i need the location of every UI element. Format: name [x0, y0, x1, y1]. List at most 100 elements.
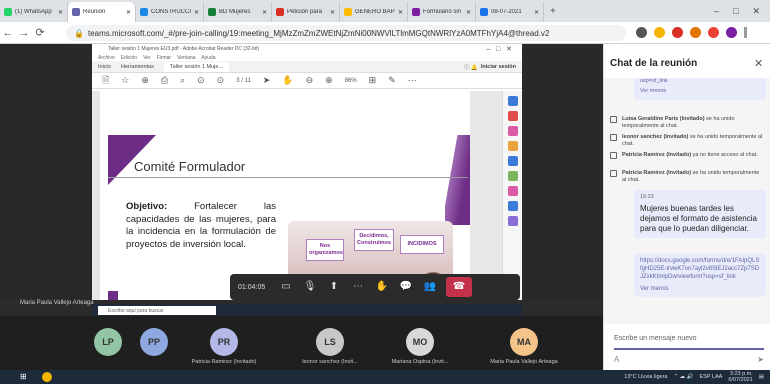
- tab-close-icon[interactable]: ✕: [262, 9, 267, 16]
- acrobat-menu-item[interactable]: Archivo: [98, 55, 115, 61]
- acrobat-login[interactable]: ⓘ 🔔 Iniciar sesión: [464, 63, 522, 71]
- mic-off-icon[interactable]: 🎙: [298, 274, 322, 300]
- participant-tile[interactable]: MA Maria Paula Vallejo Arteaga: [484, 328, 564, 365]
- browser-tab[interactable]: BD Mujeres ✕: [204, 2, 272, 22]
- browser-tab[interactable]: Reunión ✕: [68, 2, 136, 22]
- tab-close-icon[interactable]: ✕: [398, 9, 403, 16]
- close-icon[interactable]: ✕: [752, 6, 760, 17]
- print-icon[interactable]: ⎙: [161, 75, 168, 86]
- notifications-icon[interactable]: ▤: [759, 374, 764, 380]
- slide-title: Comité Formulador: [134, 159, 246, 174]
- acrobat-window-controls[interactable]: – □ ✕: [486, 45, 522, 53]
- create-pdf-icon[interactable]: [507, 126, 518, 136]
- tab-close-icon[interactable]: ✕: [194, 9, 199, 16]
- raise-hand-icon[interactable]: ✋: [370, 274, 394, 300]
- star-icon[interactable]: [654, 27, 665, 38]
- clock[interactable]: 3:23 p.m. 6/07/2021: [728, 371, 752, 383]
- forward-icon[interactable]: →: [16, 27, 32, 39]
- acrobat-menu-item[interactable]: Ayuda: [201, 55, 215, 61]
- close-icon[interactable]: ✕: [754, 57, 763, 70]
- more-tools-icon[interactable]: [507, 216, 518, 226]
- send-icon[interactable]: ➤: [757, 355, 764, 364]
- acrobat-tab-home[interactable]: Inicio: [98, 64, 111, 70]
- save-icon[interactable]: 🗎: [102, 73, 109, 89]
- message-link[interactable]: usp=sf_link: [640, 78, 760, 85]
- organize-icon[interactable]: [507, 156, 518, 166]
- comment-icon[interactable]: [507, 141, 518, 151]
- browser-tab-bar: (1) WhatsApp ✕ Reunión ✕ CONSTRUCCI ✕ BD Mujer…: [0, 0, 770, 22]
- fill-sign-icon[interactable]: [507, 186, 518, 196]
- next-page-icon[interactable]: ⊙: [217, 75, 225, 86]
- extension-icon[interactable]: [690, 27, 701, 38]
- edit-icon[interactable]: [507, 171, 518, 181]
- fit-icon[interactable]: ⊞: [369, 75, 377, 86]
- windows-start-icon[interactable]: ⊞: [20, 372, 30, 382]
- participant-tile[interactable]: PR Patricia Ramirez (Invitado): [184, 328, 264, 365]
- tray-icons[interactable]: ⌃ ☁ 🔊: [673, 374, 693, 380]
- camera-off-icon[interactable]: ▭: [274, 274, 298, 300]
- tab-close-icon[interactable]: ✕: [126, 9, 131, 16]
- acrobat-menu-item[interactable]: Firmar: [157, 55, 171, 61]
- acrobat-tab-document[interactable]: Taller sesión 1 Muje...: [163, 61, 230, 72]
- extension-icon[interactable]: [708, 27, 719, 38]
- more-icon[interactable]: ⋯: [408, 75, 417, 86]
- share-screen-icon[interactable]: ⬆: [322, 274, 346, 300]
- maximize-icon[interactable]: □: [733, 6, 738, 16]
- tab-close-icon[interactable]: ✕: [534, 9, 539, 16]
- acrobat-menu-item[interactable]: Ventana: [177, 55, 195, 61]
- acrobat-menu-item[interactable]: Ver: [143, 55, 151, 61]
- acrobat-menu-item[interactable]: Edición: [121, 55, 137, 61]
- participant-tile[interactable]: MO Mariana Ospina (Invit...: [380, 328, 460, 365]
- browser-tab[interactable]: (1) WhatsApp ✕: [0, 2, 68, 22]
- browser-tab[interactable]: Formulario sin ✕: [408, 2, 476, 22]
- browser-tab[interactable]: Petición para ✕: [272, 2, 340, 22]
- extension-icon[interactable]: [672, 27, 683, 38]
- form-link[interactable]: https://docs.google.com/forms/d/e/1FAIpQ…: [640, 257, 760, 281]
- browser-tab[interactable]: GENERO BAP ✕: [340, 2, 408, 22]
- zoom-in-icon[interactable]: ⊕: [325, 75, 333, 86]
- participants-icon[interactable]: 👥: [418, 274, 442, 300]
- back-icon[interactable]: ←: [0, 27, 16, 39]
- page-indicator[interactable]: 3 / 11: [236, 78, 251, 84]
- participant-tile[interactable]: LS leonor sanchez (Invit...: [290, 328, 370, 365]
- tab-close-icon[interactable]: ✕: [330, 9, 335, 16]
- acrobat-tab-tools[interactable]: Herramientas: [121, 64, 154, 70]
- menu-icon[interactable]: [744, 27, 747, 38]
- upload-icon[interactable]: ⊕: [141, 75, 149, 86]
- tab-close-icon[interactable]: ✕: [466, 9, 471, 16]
- minimize-icon[interactable]: –: [714, 6, 719, 16]
- cursor-icon[interactable]: ➤: [263, 75, 271, 86]
- see-less-link[interactable]: Ver menos: [640, 88, 760, 95]
- extension-icon[interactable]: [636, 27, 647, 38]
- tab-close-icon[interactable]: ✕: [58, 9, 63, 16]
- format-icon[interactable]: A: [614, 355, 619, 364]
- export-pdf-icon[interactable]: [507, 111, 518, 121]
- chat-input[interactable]: Escribe un mensaje nuevo: [614, 330, 764, 350]
- zoom-level[interactable]: 86%: [345, 78, 357, 84]
- browser-tab[interactable]: 08-07-2021 ✕: [476, 2, 544, 22]
- language-indicator[interactable]: ESP LAA: [699, 374, 722, 380]
- weather-text[interactable]: 13°C Lluvia ligera: [624, 374, 667, 380]
- chat-input-tools: A ➤: [614, 354, 764, 364]
- search-icon[interactable]: [507, 96, 518, 106]
- lock-icon: 🔒: [74, 28, 84, 38]
- see-less-link[interactable]: Ver menos: [640, 285, 760, 293]
- url-field[interactable]: 🔒 teams.microsoft.com/_#/pre-join-callin…: [66, 25, 626, 41]
- chrome-icon[interactable]: [42, 372, 52, 382]
- browser-tab[interactable]: CONSTRUCCI ✕: [136, 2, 204, 22]
- annotate-icon[interactable]: ✎: [388, 75, 396, 86]
- participant-tile[interactable]: PP: [114, 328, 194, 359]
- more-actions-icon[interactable]: ⋯: [346, 274, 370, 300]
- prev-page-icon[interactable]: ⊙: [197, 75, 205, 86]
- protect-icon[interactable]: [507, 201, 518, 211]
- chat-icon[interactable]: 💬: [394, 274, 418, 300]
- reload-icon[interactable]: ⟳: [32, 26, 48, 39]
- profile-avatar[interactable]: [726, 27, 737, 38]
- slide-corner-decoration: [445, 135, 470, 225]
- search-icon[interactable]: ⌕: [180, 75, 185, 86]
- bookmark-icon[interactable]: ☆: [121, 75, 129, 86]
- hang-up-button[interactable]: ☎: [446, 277, 472, 297]
- hand-icon[interactable]: ✋: [282, 75, 293, 86]
- new-tab-button[interactable]: +: [550, 6, 556, 17]
- zoom-out-icon[interactable]: ⊖: [306, 75, 314, 86]
